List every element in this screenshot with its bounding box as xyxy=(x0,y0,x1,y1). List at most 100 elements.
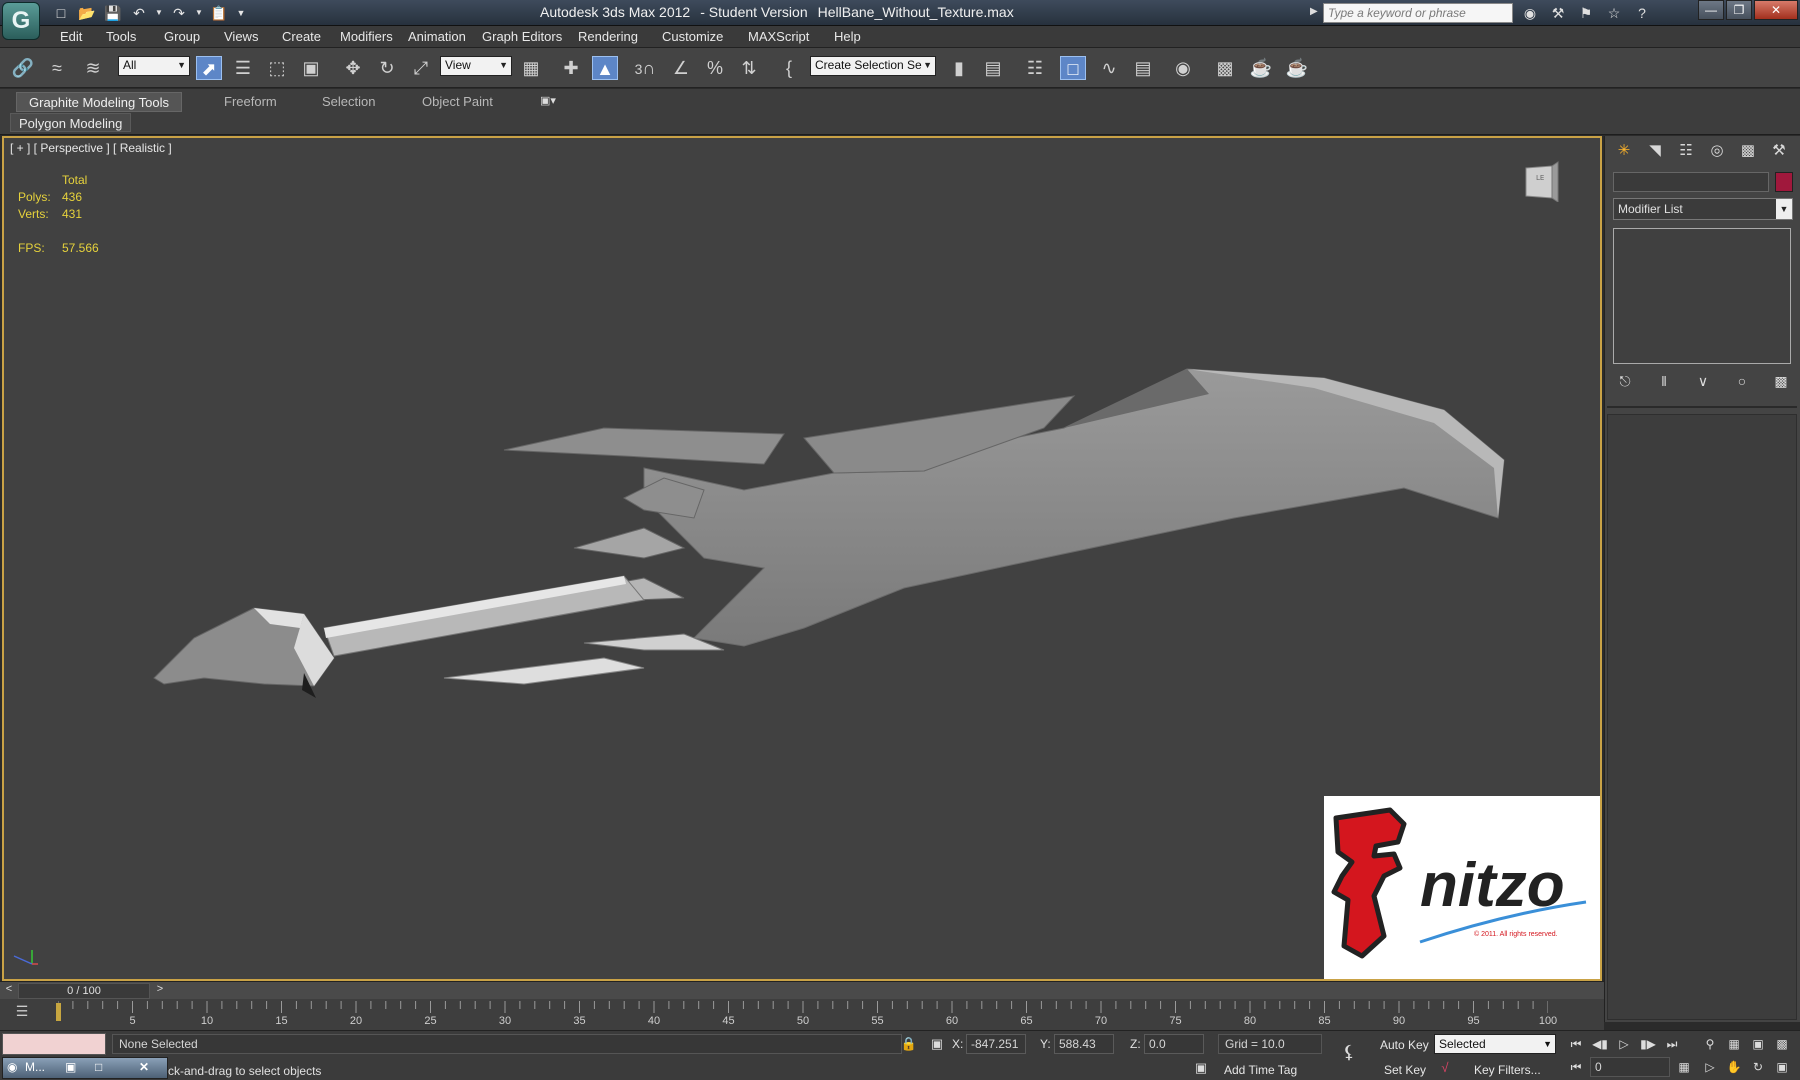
go-to-end-icon[interactable]: ⏭ xyxy=(1662,1034,1682,1054)
orbit-icon[interactable]: ↻ xyxy=(1748,1057,1768,1077)
polygon-modeling-panel[interactable]: Polygon Modeling xyxy=(10,113,132,132)
menu-group[interactable]: Group xyxy=(164,29,200,44)
restore-task-icon[interactable]: ▣ xyxy=(65,1060,76,1078)
bind-space-warp-icon[interactable]: ≋ xyxy=(80,56,106,80)
pin-stack-icon[interactable]: ⎋ xyxy=(1613,370,1637,392)
time-slider-thumb[interactable]: 0 / 100 xyxy=(18,983,150,999)
select-object-icon[interactable]: ⬈ xyxy=(196,56,222,80)
rendered-frame-window-icon[interactable]: ☕ xyxy=(1248,56,1274,80)
zoom-extents-icon[interactable]: ▣ xyxy=(1748,1034,1768,1054)
tab-freeform[interactable]: Freeform xyxy=(212,92,289,112)
select-manipulate-icon[interactable]: ✚ xyxy=(558,56,584,80)
selection-filter-dropdown[interactable]: All xyxy=(118,56,190,76)
show-end-result-icon[interactable]: ‖ xyxy=(1652,370,1676,392)
absolute-mode-transform-icon[interactable]: ▣ xyxy=(928,1035,946,1053)
schematic-view-icon[interactable]: ▤ xyxy=(1130,56,1156,80)
set-keys-key-icon[interactable]: ⚸ xyxy=(1340,1043,1358,1061)
ribbon-options-icon[interactable]: ▣▾ xyxy=(540,94,556,107)
current-frame-field[interactable]: 0 xyxy=(1590,1057,1670,1077)
z-coordinate-field[interactable]: 0.0 xyxy=(1144,1034,1204,1054)
app-logo-icon[interactable]: G xyxy=(2,2,40,40)
percent-snap-icon[interactable]: % xyxy=(702,56,728,80)
close-button[interactable]: ✕ xyxy=(1754,0,1798,20)
create-tab-icon[interactable]: ✳ xyxy=(1613,140,1635,162)
customize-qa-dropdown-icon[interactable]: ▼ xyxy=(234,3,248,23)
key-mode-toggle-button-icon[interactable]: ⏮ xyxy=(1566,1057,1586,1077)
motion-tab-icon[interactable]: ◎ xyxy=(1706,140,1728,162)
zoom-icon[interactable]: ⚲ xyxy=(1700,1034,1720,1054)
subscription-icon[interactable]: ⚒ xyxy=(1548,3,1568,23)
search-expand-icon[interactable]: ▶ xyxy=(1310,6,1318,17)
spinner-snap-icon[interactable]: ⇅ xyxy=(736,56,762,80)
window-crossing-icon[interactable]: ▣ xyxy=(298,56,324,80)
align-icon[interactable]: ▤ xyxy=(980,56,1006,80)
menu-edit[interactable]: Edit xyxy=(60,29,82,44)
angle-snap-icon[interactable]: ∠ xyxy=(668,56,694,80)
perspective-viewport[interactable]: [ + ] [ Perspective ] [ Realistic ] Tota… xyxy=(2,136,1602,981)
select-and-link-icon[interactable]: 🔗 xyxy=(10,56,36,80)
hierarchy-tab-icon[interactable]: ☷ xyxy=(1675,140,1697,162)
redo-icon[interactable]: ↷ xyxy=(168,3,190,23)
menu-graph-editors[interactable]: Graph Editors xyxy=(482,29,562,44)
object-name-field[interactable] xyxy=(1613,172,1769,192)
menu-animation[interactable]: Animation xyxy=(408,29,466,44)
communication-center-icon[interactable]: ⚑ xyxy=(1576,3,1596,23)
key-mode-toggle-icon[interactable]: √ xyxy=(1436,1059,1454,1077)
pan-view-icon[interactable]: ✋ xyxy=(1724,1057,1744,1077)
binoculars-icon[interactable]: ◉ xyxy=(1520,3,1540,23)
app-task-label[interactable]: M... xyxy=(25,1060,45,1078)
x-coordinate-field[interactable]: -847.251 xyxy=(966,1034,1026,1054)
undo-dropdown-icon[interactable]: ▼ xyxy=(154,3,164,23)
pivot-center-icon[interactable]: ▦ xyxy=(518,56,544,80)
time-slider-prev-icon[interactable]: < xyxy=(1,983,17,998)
render-setup-icon[interactable]: ▩ xyxy=(1212,56,1238,80)
key-mode-dropdown[interactable]: Selected xyxy=(1434,1034,1556,1054)
select-and-scale-icon[interactable]: ⤢ xyxy=(408,56,434,80)
zoom-extents-all-icon[interactable]: ▩ xyxy=(1772,1034,1792,1054)
graphite-toggle-icon[interactable]: □ xyxy=(1060,56,1086,80)
snaps-toggle-icon[interactable]: 3∩ xyxy=(632,56,658,80)
track-bar[interactable]: ☰ 5 10 15 20 25 30 35 40 45 50 55 60 65 70 75 80 85 90 95 1… xyxy=(0,999,1604,1030)
named-selection-dropdown[interactable]: Create Selection Se xyxy=(810,56,936,76)
keyboard-shortcut-override-icon[interactable]: ▲ xyxy=(592,56,618,80)
reference-coordinate-dropdown[interactable]: View xyxy=(440,56,512,76)
time-slider[interactable]: < 0 / 100 > xyxy=(0,981,1604,999)
previous-frame-icon[interactable]: ◀▮ xyxy=(1590,1034,1610,1054)
go-to-start-icon[interactable]: ⏮ xyxy=(1566,1034,1586,1054)
menu-rendering[interactable]: Rendering xyxy=(578,29,638,44)
menu-views[interactable]: Views xyxy=(224,29,258,44)
unlink-selection-icon[interactable]: ≈ xyxy=(44,56,70,80)
current-frame-marker[interactable] xyxy=(56,1003,61,1021)
modifier-list-dropdown[interactable]: Modifier List ▼ xyxy=(1613,198,1793,220)
maximize-task-icon[interactable]: □ xyxy=(95,1060,102,1078)
edit-named-selection-icon[interactable]: { xyxy=(776,56,802,80)
add-time-tag[interactable]: Add Time Tag xyxy=(1224,1063,1297,1077)
menu-create[interactable]: Create xyxy=(282,29,321,44)
menu-tools[interactable]: Tools xyxy=(106,29,136,44)
select-by-name-icon[interactable]: ☰ xyxy=(230,56,256,80)
object-color-swatch[interactable] xyxy=(1775,172,1793,192)
menu-modifiers[interactable]: Modifiers xyxy=(340,29,393,44)
utilities-tab-icon[interactable]: ⚒ xyxy=(1768,140,1790,162)
command-panel-rollouts[interactable] xyxy=(1607,414,1797,1020)
minimize-button[interactable]: — xyxy=(1698,0,1724,20)
curve-editor-icon[interactable]: ∿ xyxy=(1096,56,1122,80)
tab-selection[interactable]: Selection xyxy=(310,92,387,112)
new-file-icon[interactable]: □ xyxy=(50,3,72,23)
select-and-move-icon[interactable]: ✥ xyxy=(340,56,366,80)
help-icon[interactable]: ? xyxy=(1632,3,1652,23)
open-file-icon[interactable]: 📂 xyxy=(76,3,98,23)
maxscript-listener-field[interactable] xyxy=(2,1033,106,1055)
render-production-icon[interactable]: ☕ xyxy=(1284,56,1310,80)
mirror-icon[interactable]: ▮ xyxy=(946,56,972,80)
modifier-stack[interactable] xyxy=(1613,228,1791,364)
layer-manager-icon[interactable]: ☷ xyxy=(1022,56,1048,80)
tab-object-paint[interactable]: Object Paint xyxy=(410,92,505,112)
next-frame-icon[interactable]: ▮▶ xyxy=(1638,1034,1658,1054)
project-folder-icon[interactable]: 📋 xyxy=(208,3,230,23)
zoom-all-icon[interactable]: ▦ xyxy=(1724,1034,1744,1054)
remove-modifier-icon[interactable]: ○ xyxy=(1730,370,1754,392)
tab-graphite-modeling-tools[interactable]: Graphite Modeling Tools xyxy=(16,92,182,112)
favorites-star-icon[interactable]: ☆ xyxy=(1604,3,1624,23)
make-unique-icon[interactable]: ∨ xyxy=(1691,370,1715,392)
